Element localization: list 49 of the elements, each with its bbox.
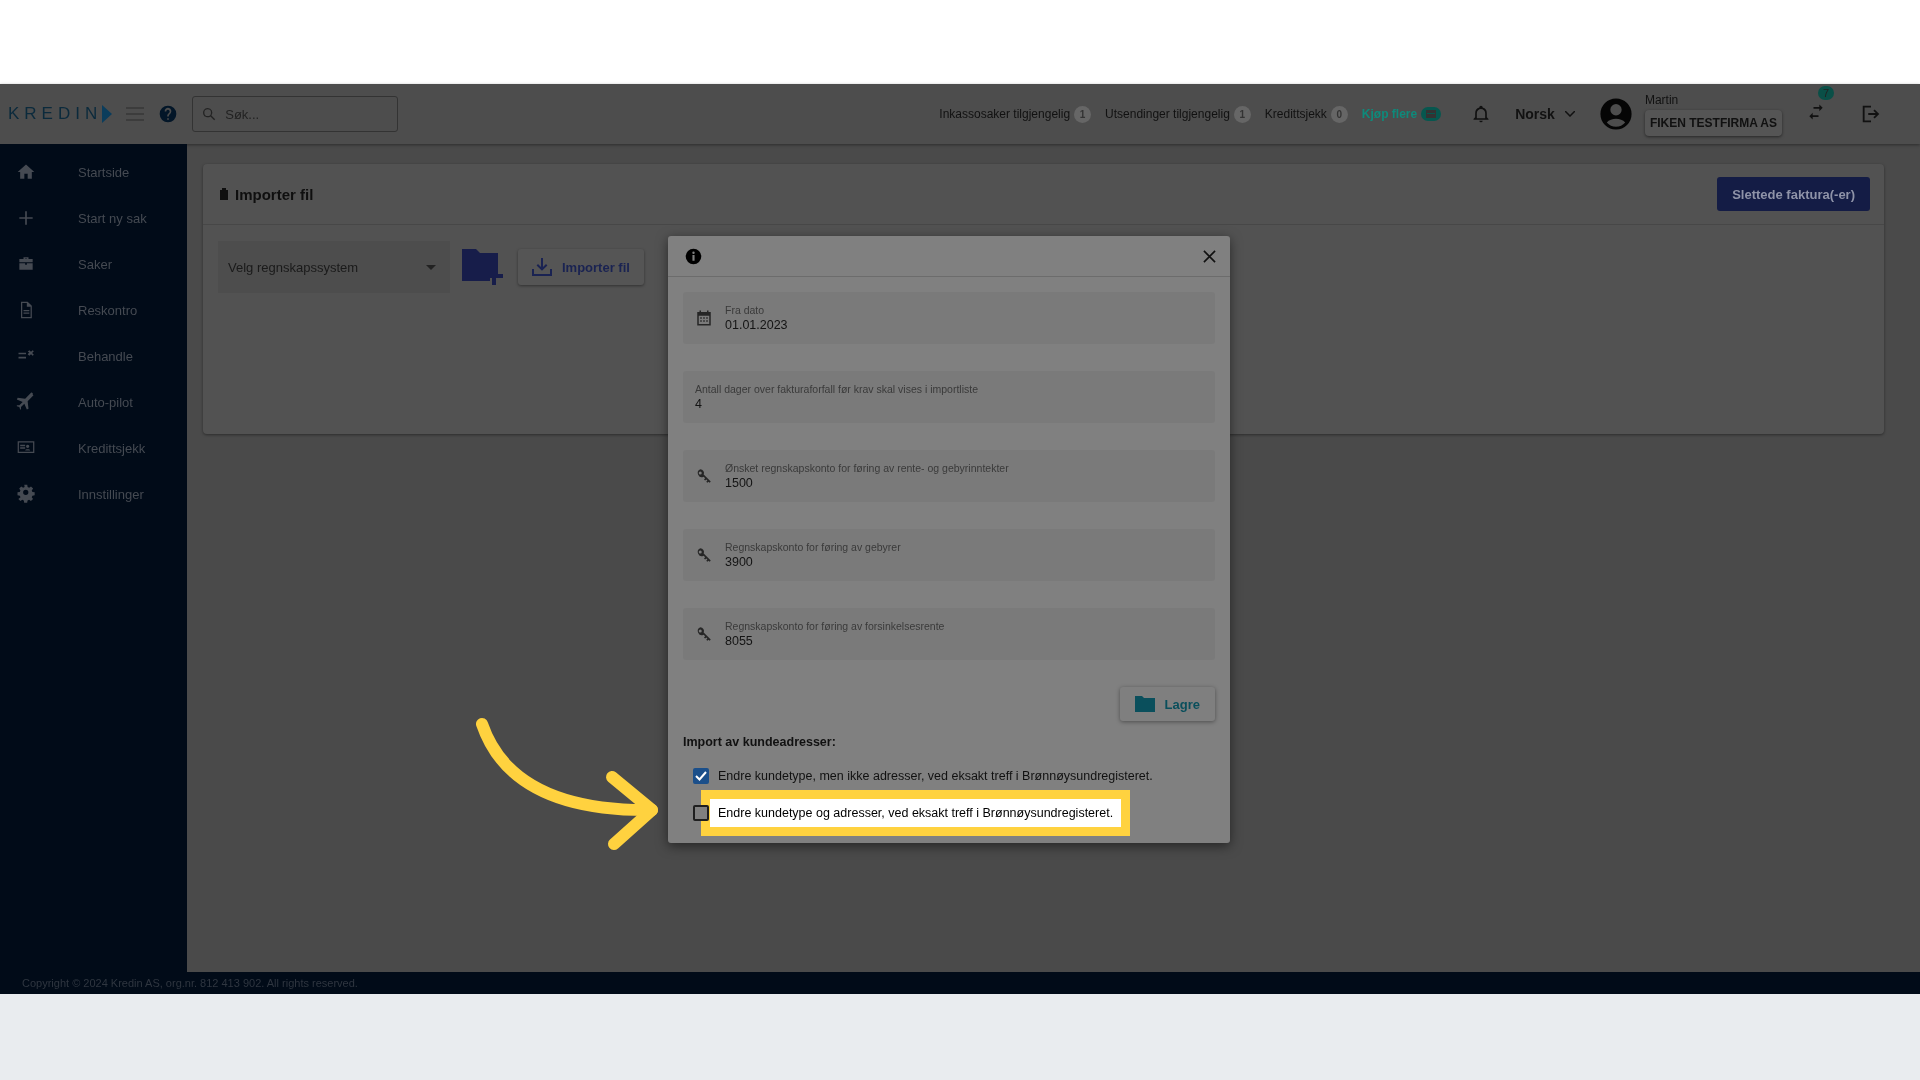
sidebar-item[interactable]: Auto-pilot [0, 379, 187, 425]
gear-icon [16, 484, 36, 504]
plane-icon [16, 392, 36, 412]
sidebar-item[interactable]: Innstillinger [0, 471, 187, 517]
input-field[interactable]: Regnskapskonto for føring av gebyrer 3900 [683, 529, 1215, 581]
card-title: Importer fil [235, 185, 314, 203]
checkbox[interactable] [693, 767, 709, 784]
checkbox[interactable] [693, 804, 709, 821]
sidebar-item[interactable]: Behandle [0, 333, 187, 379]
sidebar-item[interactable]: Reskontro [0, 287, 187, 333]
save-button[interactable]: Lagre [1119, 687, 1215, 721]
chevron-icon [1564, 111, 1575, 117]
calendar-icon [695, 309, 713, 327]
import-file-button[interactable]: Importer fil [518, 249, 644, 285]
download-icon [532, 258, 552, 276]
bell-icon[interactable] [1471, 104, 1492, 124]
option-label[interactable]: Endre kundetype, men ikke adresser, ved eksakt treff i Brønnøysundregisteret. [718, 761, 1153, 790]
folder-icon [1134, 696, 1155, 712]
sidebar-item[interactable]: Startside [0, 149, 187, 195]
counter-label: Inkassosaker tilgjengelig [939, 107, 1071, 121]
company-button[interactable]: FIKEN TESTFIRMA AS [1644, 109, 1782, 136]
language-dropdown[interactable]: Norsk [1505, 106, 1585, 122]
sidebar-item[interactable]: Start ny sak [0, 195, 187, 241]
counter-label: Utsendinger tilgjengelig [1105, 107, 1230, 121]
section-title: Import av kundeadresser: [683, 735, 837, 749]
input-field[interactable]: Regnskapskonto for føring av forsinkelsesrente 8055 [683, 608, 1215, 660]
card-icon [1421, 107, 1442, 121]
sidebar-item[interactable]: Saker [0, 241, 187, 287]
plus-icon [16, 208, 36, 228]
counter-label: Kredittsjekk [1264, 107, 1327, 121]
logout-icon[interactable] [1860, 103, 1882, 125]
user-name: Martin [1644, 92, 1680, 107]
key-icon [695, 467, 713, 485]
lock-icon [219, 188, 229, 200]
key-icon [695, 625, 713, 643]
logo[interactable]: KREDIN [8, 104, 113, 124]
help-icon[interactable] [158, 104, 179, 124]
sidebar-item[interactable]: Kredittsjekk [0, 425, 187, 471]
deleted-invoices-button[interactable]: Slettede faktura(-er) [1717, 177, 1870, 211]
key-icon [695, 546, 713, 564]
info-icon [685, 247, 702, 265]
buy-more-link[interactable]: Kjøp flere [1361, 107, 1442, 121]
close-icon[interactable] [1203, 249, 1216, 263]
search-icon [201, 106, 218, 122]
home-icon [16, 162, 36, 182]
input-field[interactable]: Ønsket regnskapskonto for føring av rente- og gebyrinntekter 1500 [683, 450, 1215, 502]
input-field[interactable]: Fra dato 01.01.2023 [683, 292, 1215, 344]
folder-plus-icon[interactable] [462, 247, 506, 287]
avatar-icon[interactable] [1598, 97, 1633, 131]
